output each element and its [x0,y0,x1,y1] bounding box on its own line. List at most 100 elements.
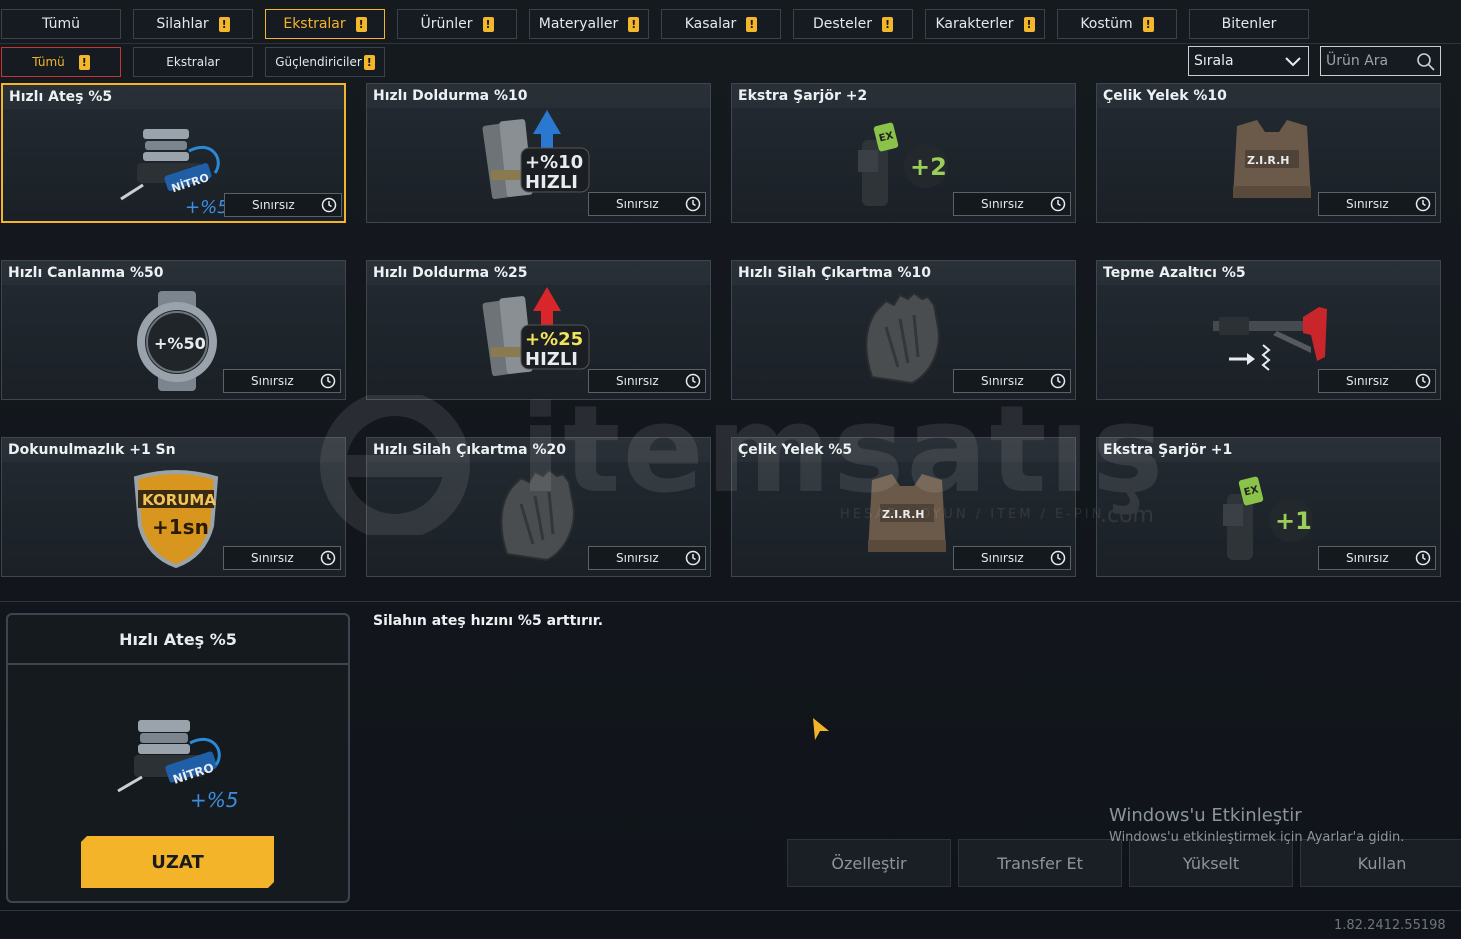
clock-icon [1050,196,1066,212]
tab-karakterler[interactable]: Karakterler! [925,9,1045,39]
alert-icon: ! [218,16,230,32]
svg-text:Z.I.R.H: Z.I.R.H [882,508,925,521]
subtab-label: Ekstralar [166,55,220,69]
subtab-tumu[interactable]: Tümü! [1,47,121,77]
duration-label: Sınırsız [251,374,294,388]
clock-icon [1050,550,1066,566]
tab-desteler[interactable]: Desteler! [793,9,913,39]
duration-badge: Sınırsız [953,192,1071,216]
tab-materyaller[interactable]: Materyaller! [529,9,649,39]
svg-text:+%50: +%50 [154,334,206,353]
alert-icon: ! [628,16,640,32]
chevron-down-icon [1285,57,1301,67]
svg-text:+%25: +%25 [525,329,583,350]
svg-text:+1: +1 [1275,507,1312,535]
subtab-ekstralar[interactable]: Ekstralar [133,47,253,77]
tab-tumu[interactable]: Tümü [1,9,121,39]
item-card[interactable]: Hızlı Doldurma %10 +%10 HIZLI Sınırsız [366,83,711,223]
item-card[interactable]: Hızlı Silah Çıkartma %20 Sınırsız [366,437,711,577]
alert-icon: ! [1142,16,1154,32]
svg-text:HIZLI: HIZLI [525,349,578,370]
item-card[interactable]: Ekstra Şarjör +2 EX +2 Sınırsız [731,83,1076,223]
duration-label: Sınırsız [1346,197,1389,211]
inventory-screen: Tümü Silahlar! Ekstralar! Ürünler! Materyall… [0,0,1461,939]
tab-label: Kostüm [1080,16,1133,32]
item-title: Çelik Yelek %5 [738,442,853,458]
svg-text:+2: +2 [910,153,947,181]
item-title: Hızlı Silah Çıkartma %20 [373,442,566,458]
alert-icon: ! [1023,16,1035,32]
subtab-guclendiriciler[interactable]: Güçlendiriciler! [265,47,385,77]
tab-ekstralar[interactable]: Ekstralar! [265,9,385,39]
alert-icon: ! [363,54,375,70]
alert-icon: ! [746,16,758,32]
clock-icon [1415,373,1431,389]
subtab-label: Güçlendiriciler [275,55,362,69]
duration-badge: Sınırsız [588,192,706,216]
action-transfer-et-button[interactable]: Transfer Et [958,839,1122,887]
svg-text:+%5: +%5 [185,197,229,217]
item-title: Hızlı Ateş %5 [9,89,113,105]
search-input[interactable]: Ürün Ara [1320,46,1441,76]
tab-kostum[interactable]: Kostüm! [1057,9,1177,39]
duration-badge: Sınırsız [1318,546,1436,570]
detail-title: Hızlı Ateş %5 [8,615,348,665]
item-title: Hızlı Doldurma %10 [373,88,528,104]
duration-label: Sınırsız [1346,374,1389,388]
item-title: Dokunulmazlık +1 Sn [8,442,176,458]
action-kullan-button[interactable]: Kullan [1300,839,1461,887]
item-title: Çelik Yelek %10 [1103,88,1227,104]
duration-label: Sınırsız [981,374,1024,388]
tab-label: Tümü [41,16,80,32]
alert-icon: ! [882,16,894,32]
subtab-label: Tümü [32,55,65,69]
action-yukselt-button[interactable]: Yükselt [1129,839,1293,887]
tab-label: Kasalar [684,16,737,32]
extend-button[interactable]: UZAT [81,836,274,888]
clock-icon [685,550,701,566]
item-title: Tepme Azaltıcı %5 [1103,265,1246,281]
item-card[interactable]: Dokunulmazlık +1 Sn KORUMA +1sn Sınırsız [1,437,346,577]
clock-icon [685,196,701,212]
tab-urunler[interactable]: Ürünler! [397,9,517,39]
tab-label: Ekstralar [283,16,346,32]
duration-badge: Sınırsız [953,546,1071,570]
tab-label: Karakterler [935,16,1014,32]
category-tab-bar: Tümü Silahlar! Ekstralar! Ürünler! Materyall… [0,0,1461,44]
clock-icon [1415,196,1431,212]
section-divider [0,601,1461,602]
clock-icon [320,373,336,389]
clock-icon [685,373,701,389]
tab-label: Ürünler [420,16,473,32]
search-placeholder: Ürün Ara [1326,53,1389,69]
windows-activation-notice: Windows'u Etkinleştir Windows'u etkinleş… [1109,805,1404,845]
tab-silahlar[interactable]: Silahlar! [133,9,253,39]
alert-icon: ! [78,54,90,70]
sort-select[interactable]: Sırala [1188,46,1309,76]
item-card[interactable]: Hızlı Ateş %5 NİTRO +%5 Sınırsız [1,83,346,223]
tab-label: Desteler [812,16,873,32]
duration-badge: Sınırsız [223,546,341,570]
duration-badge: Sınırsız [953,369,1071,393]
svg-text:KORUMA: KORUMA [142,491,216,509]
item-card[interactable]: Çelik Yelek %10 Z.I.R.H Sınırsız [1096,83,1441,223]
tab-bitenler[interactable]: Bitenler [1189,9,1309,39]
tab-kasalar[interactable]: Kasalar! [661,9,781,39]
svg-text:Z.I.R.H: Z.I.R.H [1247,154,1290,167]
item-card[interactable]: Çelik Yelek %5 Z.I.R.H Sınırsız [731,437,1076,577]
search-icon [1417,53,1435,71]
duration-label: Sınırsız [1346,551,1389,565]
duration-badge: Sınırsız [1318,192,1436,216]
item-card[interactable]: Tepme Azaltıcı %5 Sınırsız [1096,260,1441,400]
duration-label: Sınırsız [616,551,659,565]
clock-icon [320,550,336,566]
action-ozellestir-button[interactable]: Özelleştir [787,839,951,887]
duration-label: Sınırsız [252,198,295,212]
item-title: Hızlı Silah Çıkartma %10 [738,265,931,281]
item-card[interactable]: Hızlı Silah Çıkartma %10 Sınırsız [731,260,1076,400]
item-title: Hızlı Canlanma %50 [8,265,164,281]
duration-label: Sınırsız [616,374,659,388]
item-card[interactable]: Hızlı Doldurma %25 +%25 HIZLI Sınırsız [366,260,711,400]
item-card[interactable]: Ekstra Şarjör +1 EX +1 Sınırsız [1096,437,1441,577]
item-card[interactable]: Hızlı Canlanma %50 +%50 Sınırsız [1,260,346,400]
